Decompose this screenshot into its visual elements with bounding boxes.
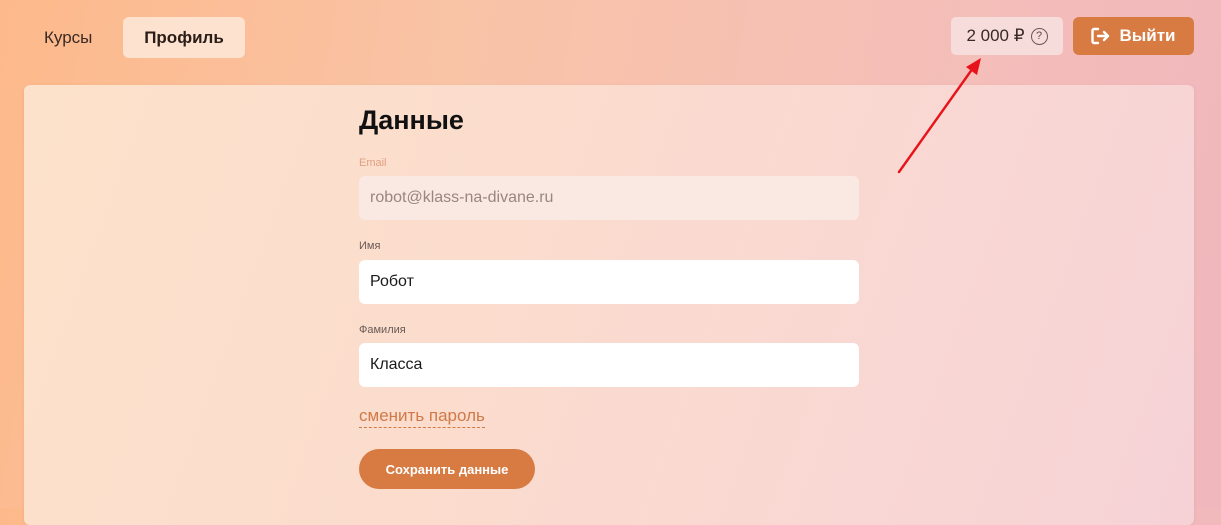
page-title: Данные — [359, 105, 464, 135]
change-password-link[interactable]: сменить пароль — [359, 406, 485, 428]
email-label: Email — [359, 157, 387, 169]
balance-badge[interactable]: 2 000 ₽ ? — [951, 17, 1063, 55]
save-button[interactable]: Сохранить данные — [359, 449, 535, 489]
last-name-field[interactable] — [359, 343, 859, 387]
last-name-label: Фамилия — [359, 324, 406, 336]
logout-icon — [1091, 27, 1110, 45]
first-name-label: Имя — [359, 240, 381, 252]
email-field[interactable] — [359, 176, 859, 220]
logout-button[interactable]: Выйти — [1073, 17, 1194, 55]
logout-label: Выйти — [1119, 26, 1176, 45]
help-icon[interactable]: ? — [1030, 27, 1048, 45]
profile-card: Данные Email Имя Фамилия сменить пароль … — [24, 85, 1194, 525]
balance-amount: 2 000 ₽ — [966, 26, 1025, 45]
nav-profile[interactable]: Профиль — [123, 17, 245, 58]
nav-courses[interactable]: Курсы — [24, 17, 112, 58]
first-name-field[interactable] — [359, 260, 859, 304]
top-navigation: Курсы Профиль 2 000 ₽ ? Выйти — [0, 0, 1221, 72]
